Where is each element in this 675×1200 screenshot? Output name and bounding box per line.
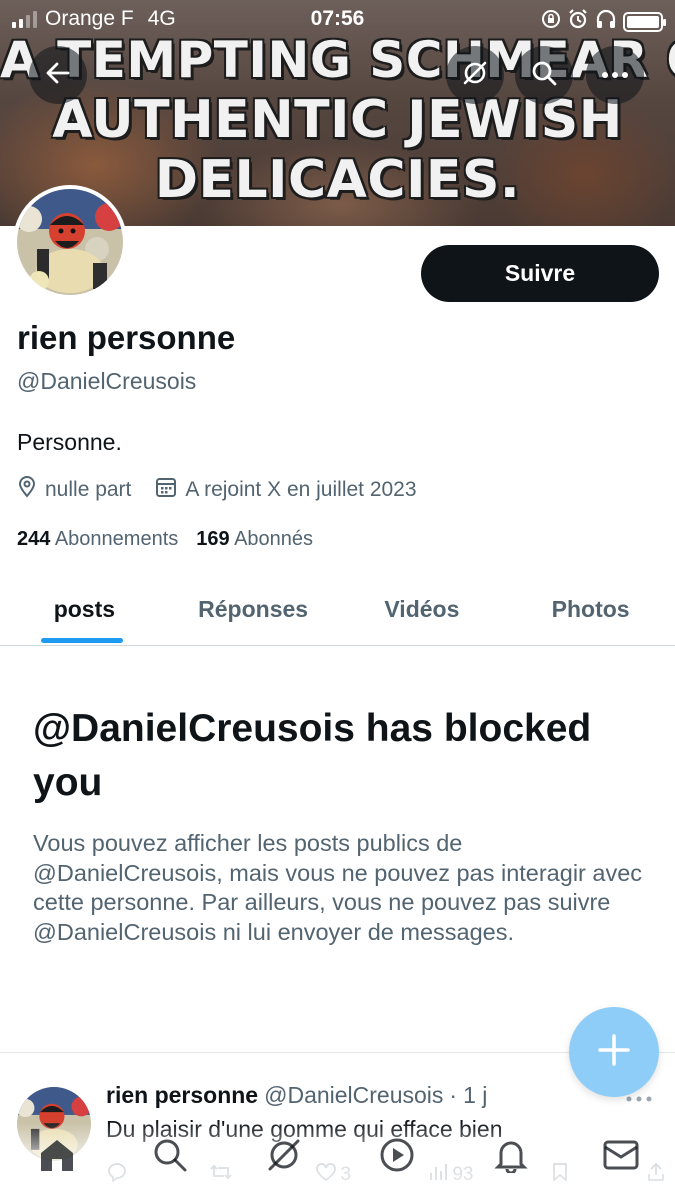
nav-videos[interactable] bbox=[377, 1137, 417, 1177]
orientation-lock-icon bbox=[541, 9, 561, 35]
following-link[interactable]: 244 Abonnements bbox=[17, 528, 178, 551]
home-icon bbox=[38, 1137, 76, 1178]
nav-messages[interactable] bbox=[601, 1137, 641, 1177]
profile-joined: A rejoint X en juillet 2023 bbox=[155, 476, 417, 504]
profile-avatar[interactable] bbox=[13, 185, 127, 299]
location-pin-icon bbox=[17, 476, 37, 504]
followers-count: 169 bbox=[196, 528, 230, 550]
bell-icon bbox=[493, 1137, 529, 1178]
following-count: 244 bbox=[17, 528, 51, 550]
battery-icon bbox=[623, 12, 666, 32]
compose-button[interactable] bbox=[569, 1007, 659, 1097]
nav-notifications[interactable] bbox=[491, 1137, 531, 1177]
profile-follow-stats: 244 Abonnements 169 Abonnés bbox=[17, 528, 313, 551]
status-right bbox=[541, 8, 666, 36]
banner-caption: A TEMPTING SCHMEAR OF AUTHENTIC JEWISH D… bbox=[0, 30, 675, 210]
profile-display-name: rien personne bbox=[17, 319, 236, 356]
tab-photos[interactable]: Photos bbox=[506, 574, 675, 645]
profile-tabs: posts Réponses Vidéos Photos bbox=[0, 574, 675, 646]
play-icon bbox=[379, 1137, 415, 1178]
nav-grok[interactable] bbox=[264, 1137, 304, 1177]
grok-icon bbox=[461, 59, 489, 92]
follow-button[interactable]: Suivre bbox=[421, 245, 659, 302]
profile-meta: nulle part A rejoint X en juillet 2023 bbox=[17, 476, 441, 504]
alarm-icon bbox=[567, 8, 589, 36]
status-bar: Orange F 4G 07:56 bbox=[0, 0, 675, 38]
calendar-icon bbox=[155, 476, 177, 504]
active-tab-indicator bbox=[41, 638, 123, 643]
tab-posts[interactable]: posts bbox=[0, 574, 169, 645]
post-author-handle: @DanielCreusois bbox=[264, 1082, 444, 1108]
avatar-image bbox=[17, 189, 123, 295]
post-header: rien personne @DanielCreusois · 1 j bbox=[106, 1082, 487, 1109]
following-label: Abonnements bbox=[54, 528, 179, 550]
search-icon bbox=[152, 1137, 188, 1178]
banner-line-2: AUTHENTIC JEWISH bbox=[52, 90, 623, 150]
search-button[interactable] bbox=[515, 46, 573, 104]
more-button[interactable] bbox=[586, 46, 644, 104]
blocked-title: @DanielCreusois has blocked you bbox=[33, 707, 592, 804]
banner-line-1: A TEMPTING SCHMEAR OF bbox=[0, 31, 675, 89]
grok-icon bbox=[266, 1137, 302, 1178]
profile-handle: @DanielCreusois bbox=[17, 368, 197, 394]
search-icon bbox=[530, 59, 558, 92]
followers-label: Abonnés bbox=[234, 528, 314, 550]
plus-icon bbox=[597, 1033, 631, 1072]
bottom-navigation bbox=[0, 1122, 675, 1200]
mail-icon bbox=[602, 1139, 640, 1176]
followers-link[interactable]: 169 Abonnés bbox=[196, 528, 313, 551]
post-author-name[interactable]: rien personne bbox=[106, 1082, 258, 1109]
headphones-icon bbox=[595, 9, 617, 35]
profile-location: nulle part bbox=[17, 476, 131, 504]
blocked-message: Vous pouvez afficher les posts publics d… bbox=[33, 830, 643, 945]
post-separator: · bbox=[449, 1082, 458, 1108]
more-icon bbox=[601, 66, 629, 84]
tab-replies[interactable]: Réponses bbox=[169, 574, 338, 645]
tab-videos[interactable]: Vidéos bbox=[338, 574, 507, 645]
location-text: nulle part bbox=[45, 478, 132, 501]
nav-home[interactable] bbox=[37, 1137, 77, 1177]
arrow-left-icon bbox=[44, 59, 72, 92]
grok-button[interactable] bbox=[446, 46, 504, 104]
joined-text: A rejoint X en juillet 2023 bbox=[185, 478, 417, 501]
post-time: 1 j bbox=[463, 1082, 488, 1108]
back-button[interactable] bbox=[29, 46, 87, 104]
nav-search[interactable] bbox=[150, 1137, 190, 1177]
profile-bio: Personne. bbox=[17, 429, 122, 455]
